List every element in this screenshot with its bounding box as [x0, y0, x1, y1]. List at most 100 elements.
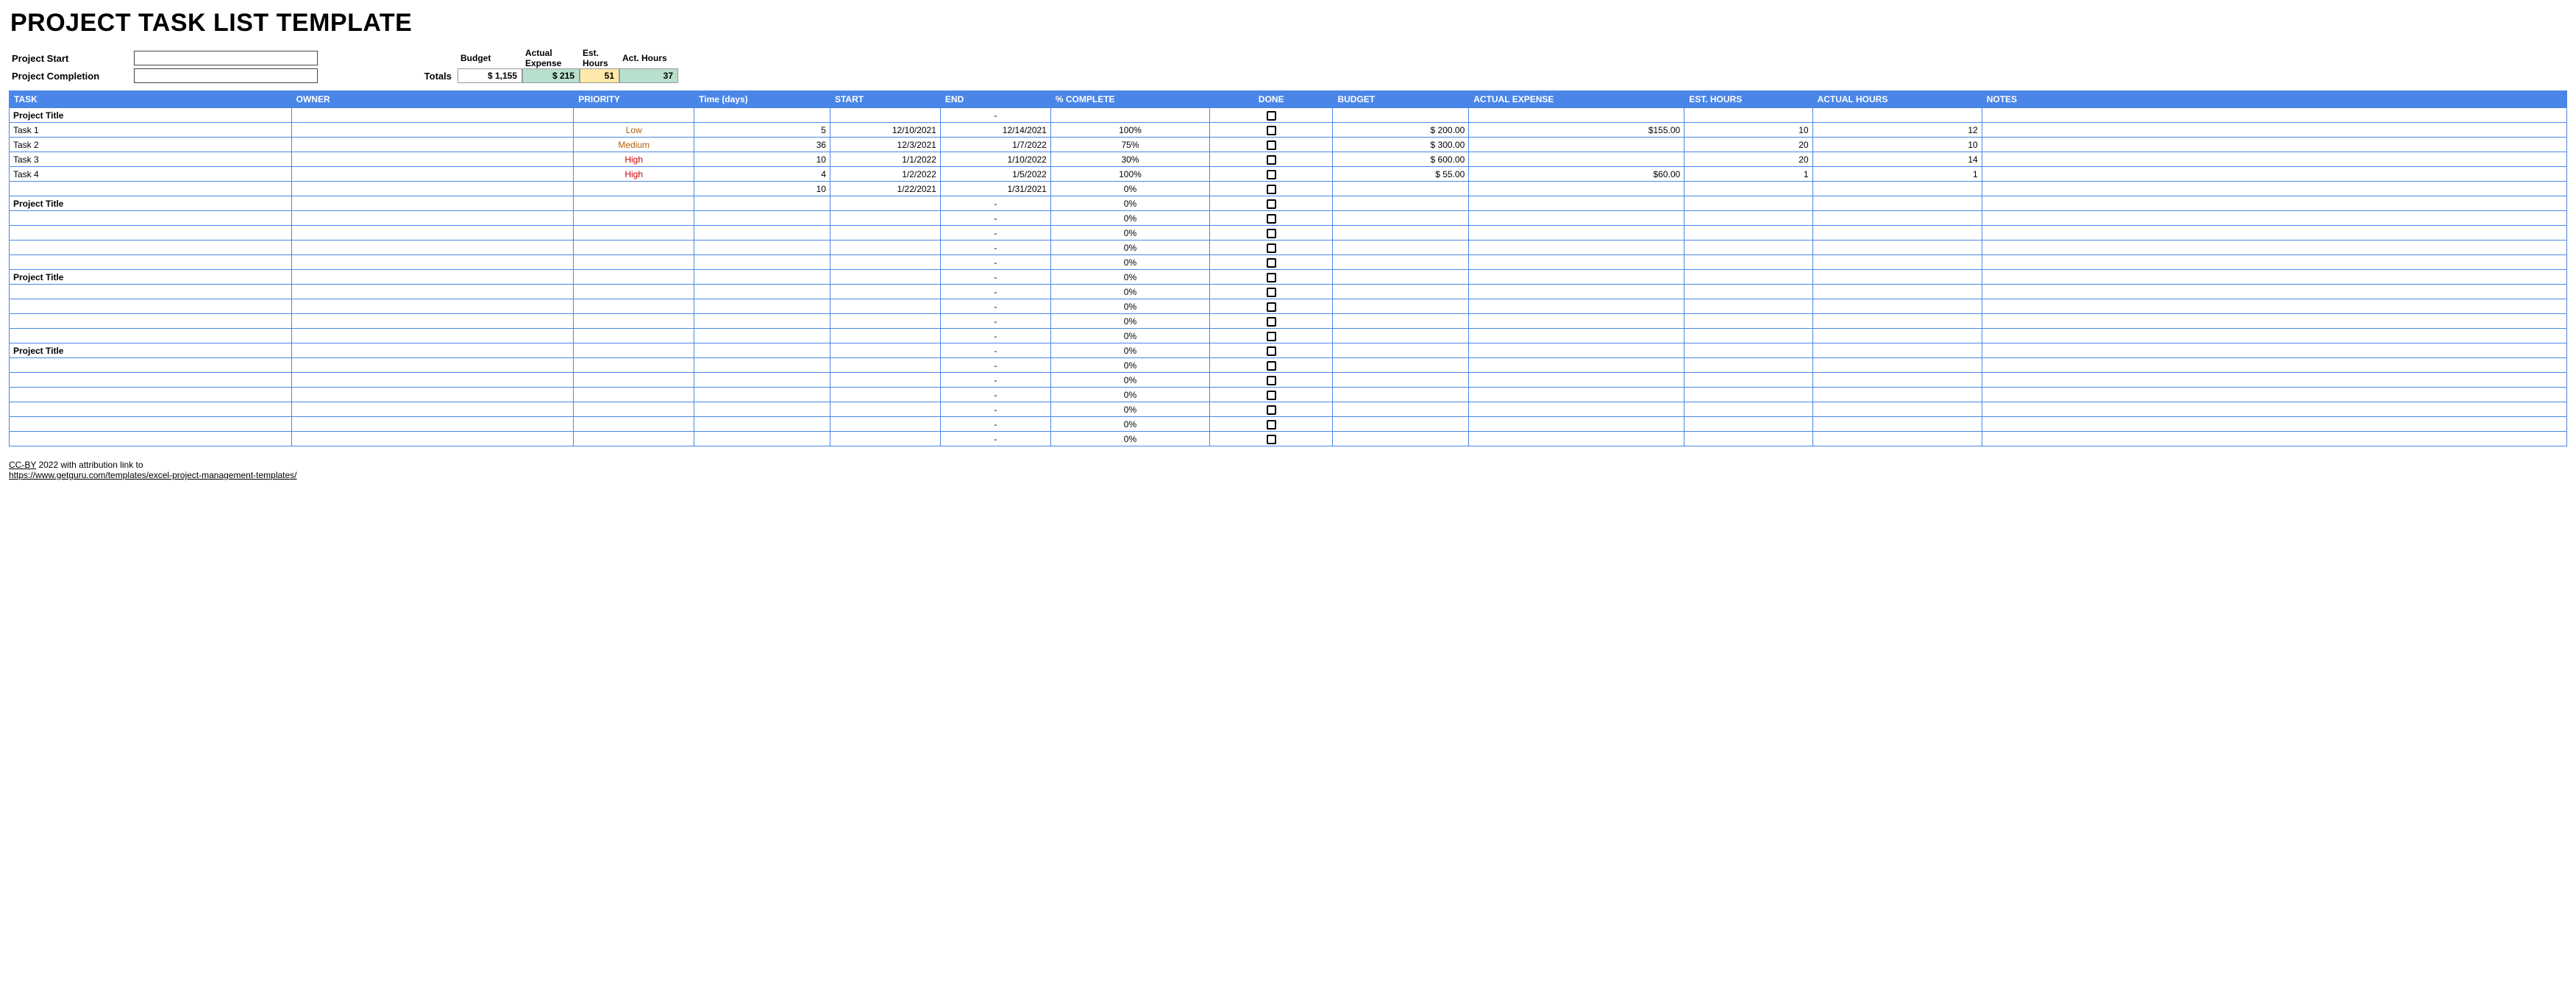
cell-budget[interactable] [1333, 226, 1469, 241]
cell-est-hours[interactable] [1684, 241, 1812, 255]
cell-budget[interactable]: $ 600.00 [1333, 152, 1469, 167]
cell-notes[interactable] [1982, 388, 2566, 402]
cell-end[interactable]: - [940, 285, 1050, 299]
cell-done[interactable] [1210, 432, 1333, 446]
cell-actual-hours[interactable] [1812, 270, 1982, 285]
cell-end[interactable]: - [940, 299, 1050, 314]
cell-est-hours[interactable] [1684, 402, 1812, 417]
cell-task[interactable]: Project Title [10, 270, 292, 285]
cell-est-hours[interactable] [1684, 388, 1812, 402]
cell-done[interactable] [1210, 388, 1333, 402]
checkbox[interactable] [1267, 435, 1276, 444]
cell-time[interactable] [694, 241, 830, 255]
cell-actual-hours[interactable] [1812, 343, 1982, 358]
cell-actual-hours[interactable] [1812, 108, 1982, 123]
cell-end[interactable]: 1/31/2021 [940, 182, 1050, 196]
table-row[interactable]: -0% [10, 211, 2567, 226]
cell-actual-expense[interactable] [1469, 329, 1684, 343]
checkbox[interactable] [1267, 229, 1276, 238]
cell-time[interactable] [694, 314, 830, 329]
cell-task[interactable] [10, 255, 292, 270]
cell-start[interactable] [830, 432, 940, 446]
cell-notes[interactable] [1982, 138, 2566, 152]
table-row[interactable]: -0% [10, 388, 2567, 402]
cell-end[interactable]: - [940, 358, 1050, 373]
cell-budget[interactable] [1333, 402, 1469, 417]
cell-task[interactable] [10, 417, 292, 432]
cell-actual-expense[interactable] [1469, 388, 1684, 402]
cell-est-hours[interactable]: 20 [1684, 138, 1812, 152]
cell-owner[interactable] [291, 182, 574, 196]
cell-actual-hours[interactable] [1812, 417, 1982, 432]
cell-done[interactable] [1210, 270, 1333, 285]
cell-time[interactable] [694, 255, 830, 270]
table-row[interactable]: Task 3High101/1/20221/10/202230%$ 600.00… [10, 152, 2567, 167]
table-row[interactable]: 101/22/20211/31/20210% [10, 182, 2567, 196]
cell-done[interactable] [1210, 167, 1333, 182]
cell-end[interactable]: 1/10/2022 [940, 152, 1050, 167]
cell-complete[interactable]: 0% [1050, 417, 1209, 432]
cell-owner[interactable] [291, 343, 574, 358]
checkbox[interactable] [1267, 273, 1276, 282]
table-row[interactable]: -0% [10, 417, 2567, 432]
cell-end[interactable]: - [940, 402, 1050, 417]
cell-task[interactable]: Task 2 [10, 138, 292, 152]
cell-end[interactable]: - [940, 108, 1050, 123]
cell-end[interactable]: - [940, 329, 1050, 343]
cell-est-hours[interactable] [1684, 270, 1812, 285]
cell-start[interactable]: 12/10/2021 [830, 123, 940, 138]
cell-complete[interactable]: 0% [1050, 373, 1209, 388]
cell-complete[interactable]: 0% [1050, 432, 1209, 446]
checkbox[interactable] [1267, 214, 1276, 224]
cell-owner[interactable] [291, 270, 574, 285]
cell-est-hours[interactable] [1684, 196, 1812, 211]
cell-priority[interactable] [574, 417, 694, 432]
cell-actual-hours[interactable] [1812, 299, 1982, 314]
cell-budget[interactable]: $ 55.00 [1333, 167, 1469, 182]
cell-complete[interactable]: 0% [1050, 343, 1209, 358]
table-row[interactable]: Task 1Low512/10/202112/14/2021100%$ 200.… [10, 123, 2567, 138]
cell-actual-hours[interactable] [1812, 182, 1982, 196]
checkbox[interactable] [1267, 317, 1276, 327]
cell-end[interactable]: - [940, 211, 1050, 226]
cell-priority[interactable] [574, 343, 694, 358]
cell-start[interactable]: 1/2/2022 [830, 167, 940, 182]
table-row[interactable]: Task 2Medium3612/3/20211/7/202275%$ 300.… [10, 138, 2567, 152]
cell-complete[interactable]: 0% [1050, 329, 1209, 343]
cell-budget[interactable]: $ 300.00 [1333, 138, 1469, 152]
cell-notes[interactable] [1982, 285, 2566, 299]
cell-actual-hours[interactable] [1812, 388, 1982, 402]
cell-actual-expense[interactable] [1469, 402, 1684, 417]
cell-complete[interactable]: 30% [1050, 152, 1209, 167]
checkbox[interactable] [1267, 420, 1276, 430]
cell-end[interactable]: - [940, 373, 1050, 388]
cell-budget[interactable] [1333, 373, 1469, 388]
cell-est-hours[interactable] [1684, 417, 1812, 432]
cell-task[interactable] [10, 358, 292, 373]
cell-actual-hours[interactable] [1812, 329, 1982, 343]
cell-complete[interactable]: 0% [1050, 388, 1209, 402]
cell-done[interactable] [1210, 182, 1333, 196]
cell-owner[interactable] [291, 255, 574, 270]
table-row[interactable]: Task 4High41/2/20221/5/2022100%$ 55.00$6… [10, 167, 2567, 182]
checkbox[interactable] [1267, 170, 1276, 179]
cell-owner[interactable] [291, 417, 574, 432]
cell-actual-expense[interactable] [1469, 417, 1684, 432]
cell-est-hours[interactable] [1684, 211, 1812, 226]
cell-done[interactable] [1210, 358, 1333, 373]
cell-time[interactable]: 36 [694, 138, 830, 152]
cell-task[interactable]: Project Title [10, 196, 292, 211]
cell-est-hours[interactable] [1684, 226, 1812, 241]
table-row[interactable]: -0% [10, 285, 2567, 299]
cell-budget[interactable] [1333, 358, 1469, 373]
cell-actual-expense[interactable] [1469, 285, 1684, 299]
checkbox[interactable] [1267, 376, 1276, 385]
cell-start[interactable] [830, 255, 940, 270]
cell-start[interactable] [830, 241, 940, 255]
cell-task[interactable] [10, 329, 292, 343]
checkbox[interactable] [1267, 288, 1276, 297]
cell-notes[interactable] [1982, 343, 2566, 358]
cell-time[interactable] [694, 299, 830, 314]
cell-task[interactable] [10, 226, 292, 241]
cell-budget[interactable] [1333, 108, 1469, 123]
